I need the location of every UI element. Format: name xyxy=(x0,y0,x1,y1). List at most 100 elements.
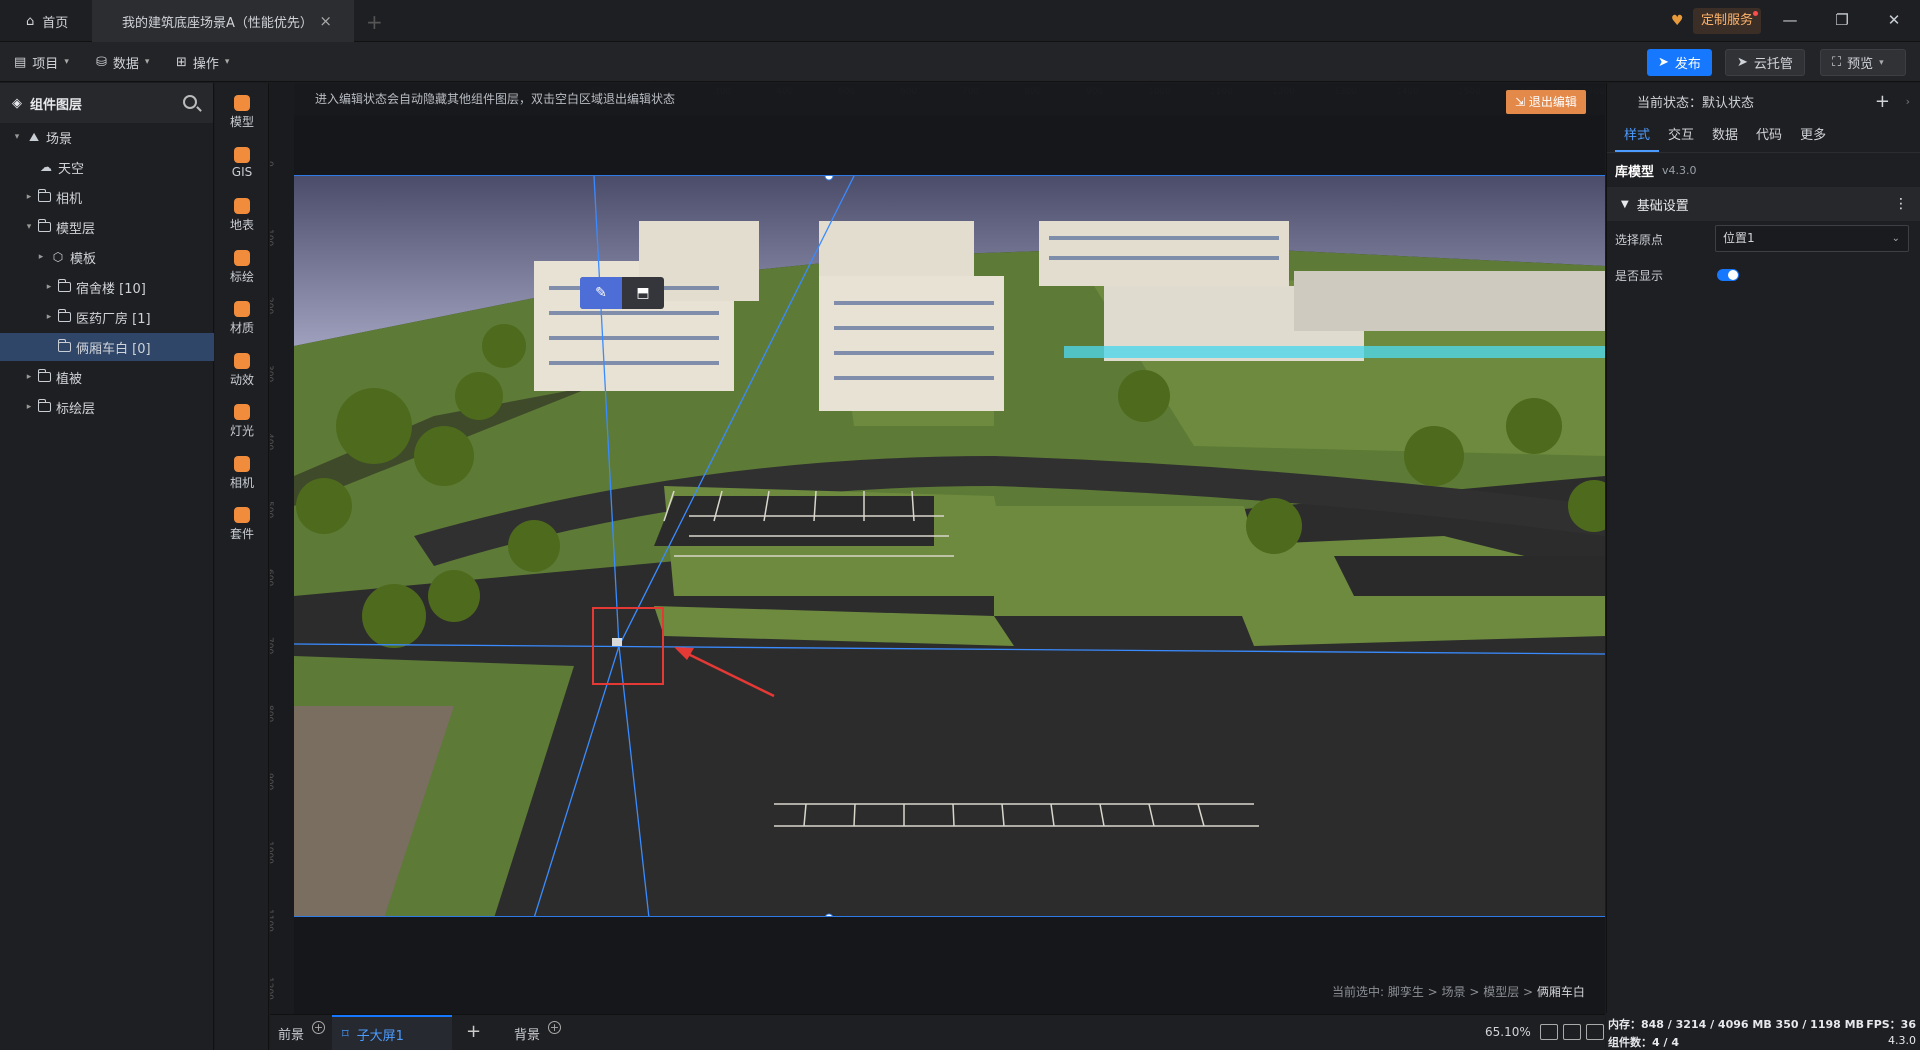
basic-settings-section[interactable]: ▼ 基础设置 ⋮ xyxy=(1607,187,1920,221)
custom-service-button[interactable]: 定制服务 xyxy=(1693,8,1762,34)
tab-close-icon[interactable]: × xyxy=(319,12,332,30)
ruler-tick: 400 xyxy=(270,433,274,451)
ruler-tick: 600 xyxy=(270,569,274,587)
menu-data-label: 数据 xyxy=(112,56,139,72)
category-5[interactable]: 动效 xyxy=(215,341,269,397)
3d-scene-viewport[interactable] xyxy=(294,175,1605,917)
visible-toggle[interactable] xyxy=(1717,269,1739,281)
ruler-tick: 700 xyxy=(270,637,274,655)
layer-item[interactable]: ▸ 标绘层 xyxy=(0,393,214,421)
folder-icon xyxy=(37,399,51,412)
minimize-button[interactable]: — xyxy=(1775,6,1805,34)
category-label: 动效 xyxy=(229,372,254,387)
folder-icon xyxy=(37,369,51,382)
category-1[interactable]: GIS xyxy=(215,135,269,191)
layer-item[interactable]: ▸ 相机 xyxy=(0,183,214,211)
layer-item[interactable]: ▾ 模型层 xyxy=(0,213,214,241)
menu-operations[interactable]: ⊞ 操作 ▾ xyxy=(176,42,229,82)
layer-item[interactable]: ▸ 医药厂房 [1] xyxy=(0,303,214,331)
props-tab[interactable]: 更多 xyxy=(1791,119,1835,152)
add-background-icon[interactable]: + xyxy=(548,1021,561,1034)
tab-sub-screen[interactable]: ⌑ 子大屏1 xyxy=(332,1015,452,1050)
sky-icon: ☁ xyxy=(40,160,52,174)
add-screen-button[interactable]: + xyxy=(466,1021,481,1042)
layer-item[interactable]: ▸ ⬡ 模板 xyxy=(0,243,214,271)
notification-dot xyxy=(1753,11,1759,16)
cloud-host-button[interactable]: ➤ 云托管 xyxy=(1725,49,1805,76)
props-tab[interactable]: 代码 xyxy=(1747,119,1791,152)
origin-select[interactable]: 位置1 ⌄ xyxy=(1715,225,1909,252)
more-vertical-icon[interactable]: ⋮ xyxy=(1894,196,1908,212)
chevron-right-icon[interactable]: › xyxy=(1906,95,1910,108)
props-tab[interactable]: 交互 xyxy=(1659,119,1703,152)
tab-document[interactable]: 我的建筑底座场景A（性能优先） × xyxy=(92,0,354,42)
preview-button[interactable]: ⛶ 预览 ▾ xyxy=(1820,49,1906,76)
brush-icon[interactable]: ✎ xyxy=(580,277,622,309)
category-icon xyxy=(234,95,250,111)
layer-item[interactable]: ▸ 植被 xyxy=(0,363,214,391)
origin-value: 位置1 xyxy=(1723,231,1755,245)
category-2[interactable]: 地表 xyxy=(215,186,269,242)
tab-home[interactable]: ⌂ 首页 xyxy=(0,0,92,42)
add-state-icon[interactable]: + xyxy=(1875,91,1890,112)
category-6[interactable]: 灯光 xyxy=(215,392,269,448)
layer-item-label: 医药厂房 [1] xyxy=(76,311,151,327)
category-3[interactable]: 标绘 xyxy=(215,238,269,294)
expand-icon[interactable]: ▸ xyxy=(24,192,34,202)
search-icon[interactable] xyxy=(183,95,197,109)
category-7[interactable]: 相机 xyxy=(215,444,269,500)
menu-operations-label: 操作 xyxy=(192,56,219,72)
expand-icon[interactable]: ▸ xyxy=(44,282,54,292)
save-icon[interactable]: ⬒ xyxy=(622,277,664,309)
preview-label: 预览 xyxy=(1847,57,1874,72)
expand-icon[interactable]: ▸ xyxy=(24,402,34,412)
exit-edit-button[interactable]: ⇲ 退出编辑 xyxy=(1506,90,1586,114)
expand-icon[interactable]: ▾ xyxy=(24,222,34,232)
section-title: 基础设置 xyxy=(1636,198,1689,214)
layer-item[interactable]: ▾ ⛰ 场景 xyxy=(0,123,214,151)
ruler-tick: 500 xyxy=(270,501,274,519)
terminal-icon[interactable] xyxy=(1586,1024,1604,1040)
fit-screen-icon[interactable] xyxy=(1540,1024,1558,1040)
edit-tools: ✎ ⬒ xyxy=(580,277,664,309)
props-tab[interactable]: 数据 xyxy=(1703,119,1747,152)
memory-stat: 内存：848 / 3214 / 4096 MB 350 / 1198 MB xyxy=(1608,1018,1864,1031)
component-version: v4.3.0 xyxy=(1662,163,1697,177)
handle-top[interactable] xyxy=(824,176,834,181)
main-toolbar: ▤ 项目 ▾ ⛁ 数据 ▾ ⊞ 操作 ▾ ➤ 发布 ➤ 云托管 ⛶ 预览 ▾ xyxy=(0,42,1920,82)
tab-home-label: 首页 xyxy=(42,15,69,31)
folder-icon xyxy=(57,279,71,292)
scene-render[interactable] xyxy=(294,176,1605,917)
close-window-button[interactable]: ✕ xyxy=(1879,6,1909,34)
component-name: 库模型 xyxy=(1615,164,1655,180)
props-tab[interactable]: 样式 xyxy=(1615,119,1660,152)
layer-item[interactable]: 俩厢车白 [0] xyxy=(0,333,214,361)
layer-item-label: 场景 xyxy=(46,131,73,147)
keyboard-icon[interactable] xyxy=(1563,1024,1581,1040)
layer-item-label: 植被 xyxy=(56,371,83,387)
editor-canvas[interactable]: 1002003004005006007008009001000110012001… xyxy=(270,83,1605,1014)
category-0[interactable]: 模型 xyxy=(215,83,269,139)
category-icon xyxy=(234,455,250,472)
category-icon xyxy=(234,249,250,266)
expand-icon[interactable]: ▸ xyxy=(44,312,54,322)
add-foreground-icon[interactable]: + xyxy=(312,1021,325,1034)
menu-project[interactable]: ▤ 项目 ▾ xyxy=(14,42,69,82)
scene-icon: ⛰ xyxy=(28,129,40,144)
folder-icon xyxy=(57,339,71,352)
expand-icon[interactable]: ▸ xyxy=(36,252,46,262)
zoom-level[interactable]: 65.10% xyxy=(1485,1025,1531,1039)
chevron-down-icon: ⌄ xyxy=(1891,233,1900,244)
menu-data[interactable]: ⛁ 数据 ▾ xyxy=(96,42,149,82)
expand-icon[interactable]: ▾ xyxy=(12,132,22,142)
category-4[interactable]: 材质 xyxy=(215,289,269,345)
menu-project-label: 项目 xyxy=(32,56,59,72)
layer-item[interactable]: ▸ 宿舍楼 [10] xyxy=(0,273,214,301)
category-8[interactable]: 套件 xyxy=(215,495,269,551)
layer-item[interactable]: ☁ 天空 xyxy=(0,153,214,181)
publish-button[interactable]: ➤ 发布 xyxy=(1647,49,1712,76)
selected-car-model[interactable] xyxy=(612,638,622,646)
restore-button[interactable]: ❐ xyxy=(1827,6,1857,34)
expand-icon[interactable]: ▸ xyxy=(24,372,34,382)
new-tab-button[interactable]: + xyxy=(366,10,383,34)
